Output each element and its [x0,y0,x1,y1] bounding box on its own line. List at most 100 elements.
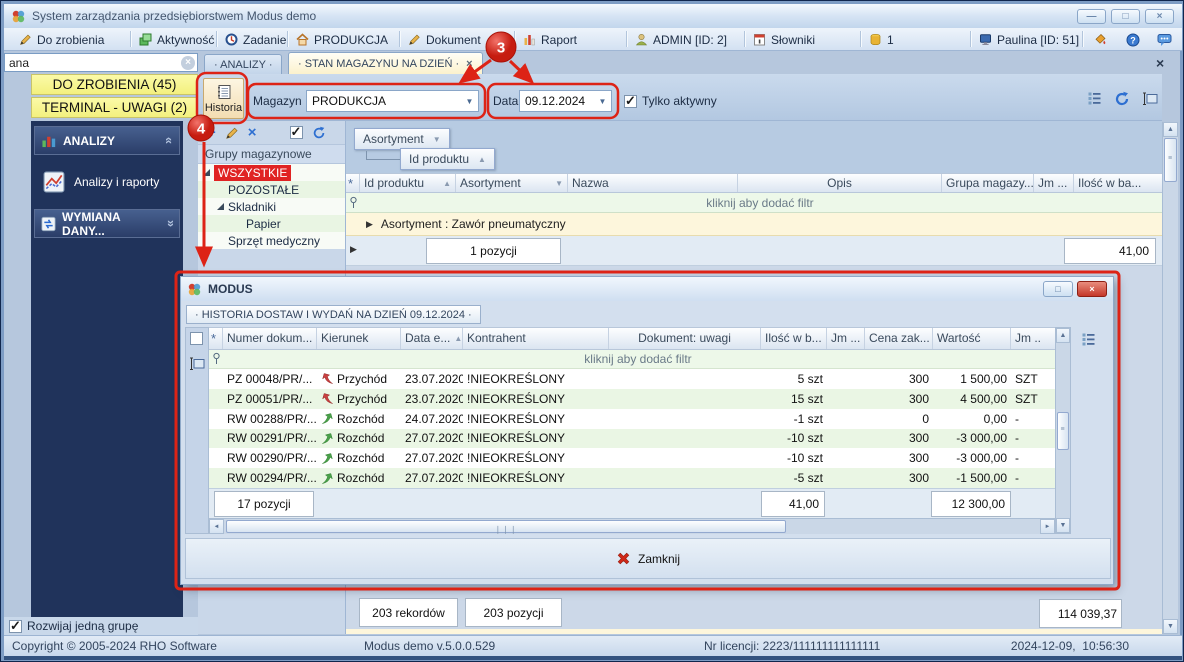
tree-expander-icon[interactable] [203,169,210,176]
table-row[interactable]: PZ 00051/PR/... Przychód 23.07.2020 !NIE… [209,389,1055,409]
column-header-id-produktu[interactable]: Id produktu▲ [360,174,456,192]
toolbar-item-raport[interactable]: Raport [518,30,582,49]
toolbar-item-do-zrobienia[interactable]: Do zrobienia [14,30,109,49]
groups-filter-checkbox[interactable]: ✓ [290,126,303,139]
grid-group-row[interactable]: ▶ Asortyment : Zawór pneumatyczny [346,213,1162,236]
fit-columns-icon[interactable] [189,356,206,372]
only-active-checkbox[interactable]: ✓ [624,95,637,108]
delete-group-icon[interactable]: × [248,125,257,140]
column-header-jm[interactable]: Jm ... [1034,174,1074,192]
column-header-opis[interactable]: Opis [738,174,942,192]
view-close-icon[interactable]: × [1156,55,1164,71]
close-button[interactable]: × [1145,9,1174,24]
expand-one-group-checkbox[interactable]: ✓ [9,620,22,633]
select-all-checkbox[interactable] [190,332,203,345]
table-row[interactable]: RW 00288/PR/... Rozchód 24.07.2020 !NIEO… [209,409,1055,429]
maximize-button[interactable]: □ [1111,9,1140,24]
filter-arrow-icon[interactable]: ▼ [555,179,563,188]
column-header-kontrahent[interactable]: Kontrahent [463,328,609,349]
column-header-ilosc[interactable]: Ilość w b... [761,328,827,349]
sidebar-group-analizy[interactable]: ANALIZY « [34,126,180,155]
toolbar-item-slowniki[interactable]: Słowniki [748,30,820,49]
column-header-asortyment[interactable]: Asortyment▼ [456,174,568,192]
table-row[interactable]: RW 00294/PR/... Rozchód 27.07.2020 !NIEO… [209,468,1055,488]
magazyn-combo[interactable]: PRODUKCJA ▼ [306,90,479,112]
dialog-close-button[interactable]: × [1077,281,1107,297]
tree-item-papier[interactable]: Papier [198,215,345,232]
main-vertical-scrollbar[interactable]: ▲ ≡ ▼ [1162,122,1178,634]
search-input[interactable] [5,56,181,70]
refresh-icon[interactable] [1114,91,1130,107]
table-row[interactable]: RW 00290/PR/... Rozchód 27.07.2020 !NIEO… [209,448,1055,468]
toolbar-skin-button[interactable] [1088,30,1112,49]
column-header-jm[interactable]: Jm ... [827,328,865,349]
zamknij-button[interactable]: Zamknij [604,547,692,570]
sidebar-item-analizy-i-raporty[interactable]: Analizy i raporty [35,166,179,198]
dialog-maximize-button[interactable]: □ [1043,281,1073,297]
dialog-horizontal-scrollbar[interactable]: ◄ ❘❘❘ ► [209,518,1055,534]
chevron-down-icon[interactable]: « [162,220,177,227]
tree-item-skladniki[interactable]: Skladniki [198,198,345,215]
column-header-kierunek[interactable]: Kierunek [317,328,401,349]
column-header-data[interactable]: Data e...▲ [401,328,463,349]
toolbar-item-admin[interactable]: ADMIN [ID: 2] [630,30,732,49]
column-header-cena[interactable]: Cena zak... [865,328,933,349]
column-header-ilosc[interactable]: Ilość w ba... [1074,174,1162,192]
column-header-uwagi[interactable]: Dokument: uwagi [609,328,761,349]
tree-item-pozostale[interactable]: POZOSTAŁE [198,181,345,198]
column-chooser-icon[interactable] [1087,91,1102,106]
terminal-notes-button[interactable]: TERMINAL - UWAGI (2) [31,97,198,118]
column-header-wartosc[interactable]: Wartość [933,328,1011,349]
toolbar-item-produkcja[interactable]: PRODUKCJA [291,30,393,49]
tab-stan-magazynu[interactable]: · STAN MAGAZYNU NA DZIEŃ · × [288,52,483,74]
dialog-tab[interactable]: · HISTORIA DOSTAW I WYDAŃ NA DZIEŃ 09.12… [186,305,481,324]
column-chooser-icon[interactable] [1081,332,1096,347]
minimize-button[interactable]: — [1077,9,1106,24]
toolbar-item-paulina[interactable]: Paulina [ID: 51] [974,30,1084,49]
toolbar-item-dokument[interactable]: Dokument [403,30,486,49]
tree-expander-icon[interactable] [217,203,224,210]
table-row[interactable]: PZ 00048/PR/... Przychód 23.07.2020 !NIE… [209,369,1055,389]
scroll-down-icon[interactable]: ▼ [1163,619,1178,634]
column-header-nazwa[interactable]: Nazwa [568,174,738,192]
add-group-icon[interactable]: + [207,125,216,140]
column-header-jm2[interactable]: Jm .. [1011,328,1055,349]
fit-columns-icon[interactable] [1142,91,1159,107]
column-header-numer[interactable]: Numer dokum... [223,328,317,349]
todo-button[interactable]: DO ZROBIENIA (45) [31,74,198,95]
chevron-up-icon[interactable]: « [162,137,177,144]
toolbar-item-aktywnosc[interactable]: Aktywność [134,30,219,49]
sidebar-group-wymiana-danych[interactable]: WYMIANA DANY... « [34,209,180,238]
edit-group-icon[interactable] [225,126,239,140]
group-chip-asortyment[interactable]: Asortyment ▼ [354,128,450,150]
scrollbar-thumb[interactable]: ❘❘❘ [226,520,786,533]
dialog-vertical-scrollbar[interactable]: ▲ ≡ ▼ [1055,327,1071,534]
toolbar-item-database[interactable]: 1 [864,30,899,49]
toolbar-help-button[interactable]: ? [1121,30,1145,49]
scroll-left-icon[interactable]: ◄ [209,519,224,534]
dropdown-arrow-icon[interactable]: ▼ [461,97,478,106]
dialog-filter-row[interactable]: kliknij aby dodać filtr [209,350,1055,369]
scrollbar-thumb[interactable]: ≡ [1164,138,1177,182]
scroll-right-icon[interactable]: ► [1040,519,1055,534]
group-chip-id-produktu[interactable]: Id produktu ▲ [400,148,495,170]
refresh-groups-icon[interactable] [312,126,326,140]
tree-item-sprzet-medyczny[interactable]: Sprzęt medyczny [198,232,345,249]
dropdown-arrow-icon[interactable]: ▼ [594,97,611,106]
history-button[interactable]: Historia [203,78,244,119]
toolbar-item-zadanie[interactable]: Zadanie [220,30,291,49]
scroll-down-icon[interactable]: ▼ [1056,518,1070,533]
column-header-grupa[interactable]: Grupa magazy... [942,174,1034,192]
data-combo[interactable]: 09.12.2024 ▼ [519,90,612,112]
tree-item-wszystkie[interactable]: WSZYSTKIE [198,164,345,181]
grid-filter-row[interactable]: kliknij aby dodać filtr [346,193,1162,213]
search-clear-icon[interactable]: × [181,56,195,70]
tab-analizy[interactable]: · ANALIZY · [204,54,282,74]
scroll-up-icon[interactable]: ▲ [1056,328,1070,343]
group-expander-icon[interactable]: ▶ [366,219,373,230]
table-row[interactable]: RW 00291/PR/... Rozchód 27.07.2020 !NIEO… [209,429,1055,449]
toolbar-feedback-button[interactable] [1152,30,1177,49]
tab-close-icon[interactable]: × [466,58,472,70]
scrollbar-thumb[interactable]: ≡ [1057,412,1069,450]
scroll-up-icon[interactable]: ▲ [1163,122,1178,137]
